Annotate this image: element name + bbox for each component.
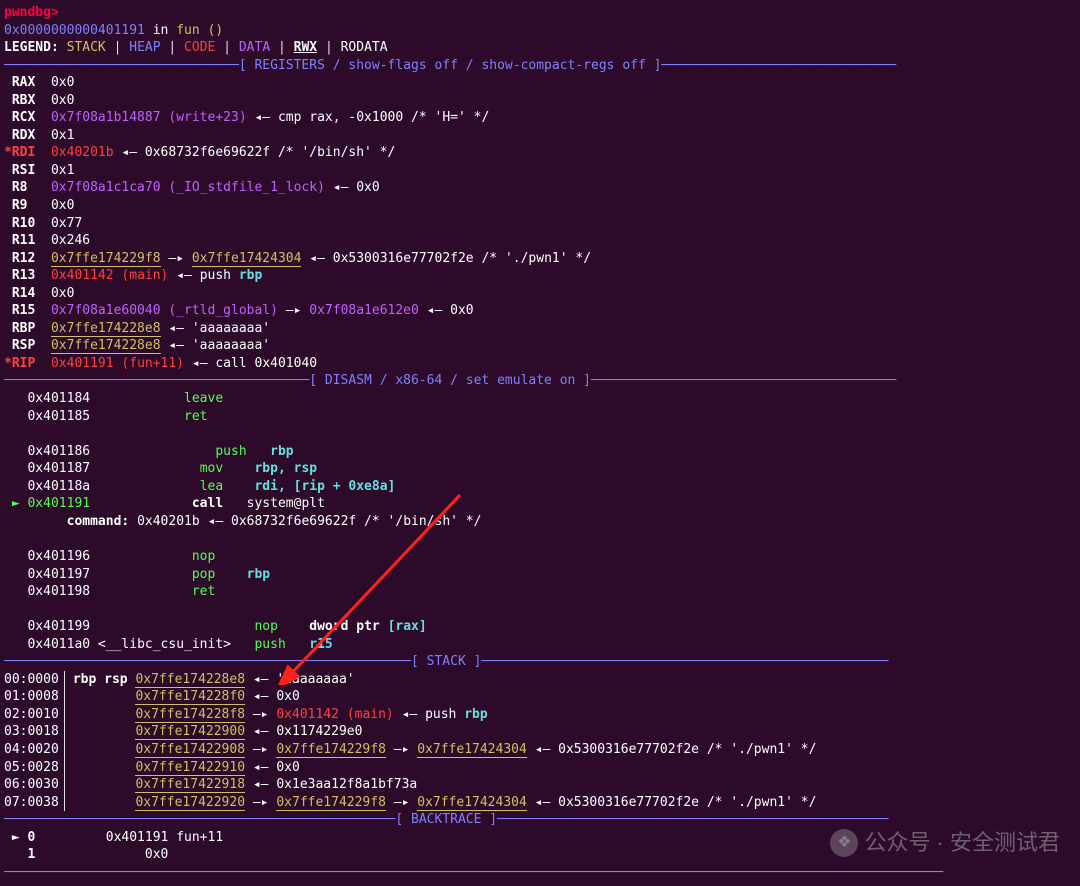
disasm-line [4,530,1076,548]
stack-block: 00:0000 rbp rsp 0x7ffe174228e8 ◂— 'aaaaa… [4,671,1076,811]
watermark-text: 公众号 · 安全测试君 [864,828,1060,858]
reg-R13: R13 0x401142 (main) ◂— push rbp [4,267,1076,285]
reg-RSP: RSP 0x7ffe174228e8 ◂— 'aaaaaaaa' [4,337,1076,355]
reg-R14: R14 0x0 [4,285,1076,303]
stack-row: 00:0000 rbp rsp 0x7ffe174228e8 ◂— 'aaaaa… [4,671,1076,689]
reg-R12: R12 0x7ffe174229f8 —▸ 0x7ffe17424304 ◂— … [4,250,1076,268]
reg-RDI: *RDI 0x40201b ◂— 0x68732f6e69622f /* '/b… [4,144,1076,162]
reg-R11: R11 0x246 [4,232,1076,250]
reg-RSI: RSI 0x1 [4,162,1076,180]
disasm-line: 0x401199 nop dword ptr [rax] [4,618,1076,636]
prompt-line[interactable]: pwndbg> [4,4,1076,22]
section-registers-sep: ──────────────────────────────[ REGISTER… [4,57,1076,75]
disasm-line: 0x401184 leave [4,390,1076,408]
location-address: 0x0000000000401191 [4,23,145,38]
stack-row: 05:0028 0x7ffe17422910 ◂— 0x0 [4,759,1076,777]
section-disasm-sep: ───────────────────────────────────────[… [4,372,1076,390]
stack-row: 01:0008 0x7ffe174228f0 ◂— 0x0 [4,688,1076,706]
reg-RBX: RBX 0x0 [4,92,1076,110]
disasm-line [4,425,1076,443]
disasm-line: command: 0x40201b ◂— 0x68732f6e69622f /*… [4,513,1076,531]
stack-row: 02:0010 0x7ffe174228f8 —▸ 0x401142 (main… [4,706,1076,724]
disasm-line: 0x401198 ret [4,583,1076,601]
reg-R9: R9 0x0 [4,197,1076,215]
stack-row: 03:0018 0x7ffe17422900 ◂— 0x1174229e0 [4,723,1076,741]
location-line: 0x0000000000401191 in fun () [4,22,1076,40]
reg-RDX: RDX 0x1 [4,127,1076,145]
section-backtrace-sep: ────────────────────────────────────────… [4,811,1076,829]
disasm-line: 0x401197 pop rbp [4,566,1076,584]
disasm-line: 0x4011a0 <__libc_csu_init> push r15 [4,636,1076,654]
section-stack-sep: ────────────────────────────────────────… [4,653,1076,671]
reg-R15: R15 0x7f08a1e60040 (_rtld_global) —▸ 0x7… [4,302,1076,320]
disasm-line: 0x401186 push rbp [4,443,1076,461]
disasm-line: ► 0x401191 call system@plt [4,495,1076,513]
disasm-line: 0x401185 ret [4,408,1076,426]
stack-row: 07:0038 0x7ffe17422920 —▸ 0x7ffe174229f8… [4,794,1076,812]
stack-row: 06:0030 0x7ffe17422918 ◂— 0x1e3aa12f8a1b… [4,776,1076,794]
stack-row: 04:0020 0x7ffe17422908 —▸ 0x7ffe174229f8… [4,741,1076,759]
disasm-line: 0x40118a lea rdi, [rip + 0xe8a] [4,478,1076,496]
reg-RBP: RBP 0x7ffe174228e8 ◂— 'aaaaaaaa' [4,320,1076,338]
reg-RIP: *RIP 0x401191 (fun+11) ◂— call 0x401040 [4,355,1076,373]
wechat-icon: ❖ [830,829,858,857]
disasm-line: 0x401187 mov rbp, rsp [4,460,1076,478]
location-function: fun () [176,23,223,38]
disasm-line [4,601,1076,619]
reg-R10: R10 0x77 [4,215,1076,233]
reg-R8: R8 0x7f08a1c1ca70 (_IO_stdfile_1_lock) ◂… [4,179,1076,197]
legend-line: LEGEND: STACK | HEAP | CODE | DATA | RWX… [4,39,1076,57]
disasm-block: 0x401184 leave 0x401185 ret 0x401186 pus… [4,390,1076,653]
reg-RAX: RAX 0x0 [4,74,1076,92]
watermark: ❖ 公众号 · 安全测试君 [830,828,1060,858]
reg-RCX: RCX 0x7f08a1b14887 (write+23) ◂— cmp rax… [4,109,1076,127]
registers-block: RAX 0x0 RBX 0x0 RCX 0x7f08a1b14887 (writ… [4,74,1076,372]
prompt-text: pwndbg> [4,5,59,20]
disasm-line: 0x401196 nop [4,548,1076,566]
bottom-sep: ────────────────────────────────────────… [4,864,1076,882]
